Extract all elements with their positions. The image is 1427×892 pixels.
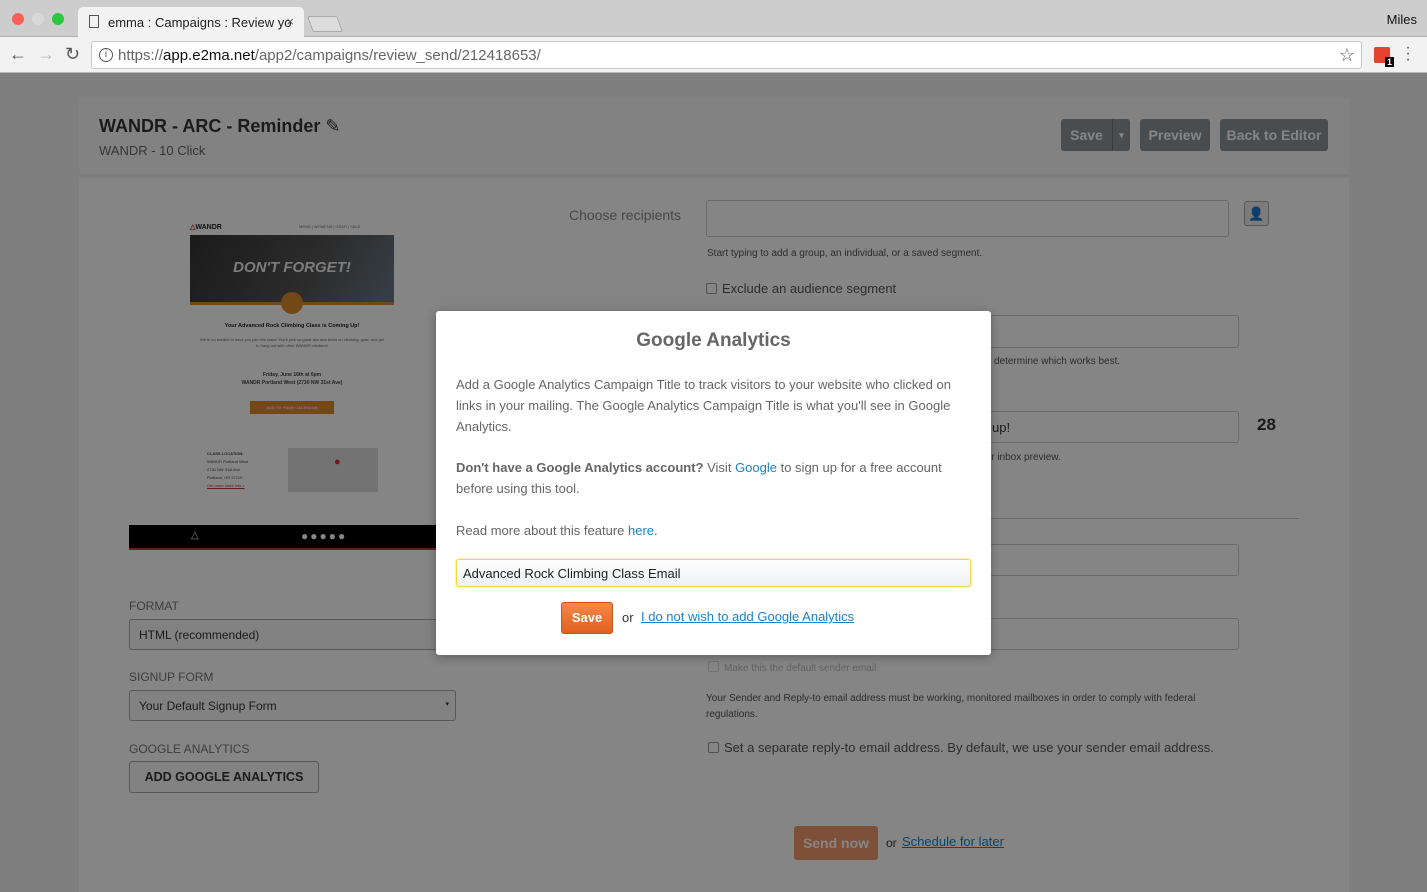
email-hero: DON'T FORGET!: [190, 235, 394, 314]
recipients-input[interactable]: [706, 200, 1229, 237]
default-sender-checkbox[interactable]: Make this the default sender email: [708, 661, 876, 674]
recipients-hint: Start typing to add a group, an individu…: [707, 248, 983, 259]
reload-icon[interactable]: ↻: [65, 44, 80, 65]
map-pin-icon: ●: [334, 456, 341, 468]
ga-campaign-title-input[interactable]: [456, 559, 971, 587]
save-button[interactable]: Save: [1061, 119, 1112, 151]
or-text: or: [886, 836, 897, 850]
climbing-badge-icon: [281, 292, 303, 314]
chevron-down-icon: ▾: [445, 701, 449, 708]
info-icon[interactable]: i: [99, 48, 113, 62]
new-tab-button[interactable]: [307, 16, 343, 32]
email-map: ●: [288, 448, 378, 492]
sender-note: Your Sender and Reply-to email address m…: [706, 693, 1196, 720]
browser-toolbar: ← → ↻ i https://app.e2ma.net/app2/campai…: [0, 37, 1427, 73]
tab-title: emma : Campaigns : Review yo: [108, 15, 292, 30]
preview-button[interactable]: Preview: [1140, 119, 1210, 151]
email-location: CLASS LOCATION: WANDR Portland West 2730 …: [207, 451, 249, 488]
google-analytics-label: GOOGLE ANALYTICS: [129, 742, 250, 756]
close-tab-icon[interactable]: ×: [286, 14, 294, 29]
recipients-label: Choose recipients: [569, 207, 682, 223]
email-footer: △ ●●●●●: [129, 525, 459, 550]
format-select[interactable]: HTML (recommended): [129, 619, 459, 650]
page-icon: [89, 15, 99, 28]
format-label: FORMAT: [129, 599, 179, 613]
send-now-button[interactable]: Send now: [794, 826, 878, 860]
campaign-header: WANDR - ARC - Reminder ✎ WANDR - 10 Clic…: [79, 98, 1349, 176]
email-body: We're so excited to have you join this c…: [200, 337, 384, 348]
url-scheme: https://: [118, 47, 164, 64]
edit-pencil-icon[interactable]: ✎: [325, 116, 340, 136]
browser-menu-icon[interactable]: · · ·: [1404, 40, 1412, 68]
preheader-hint: ir inbox preview.: [989, 452, 1061, 463]
social-icons: ●●●●●: [301, 529, 348, 543]
url-host: app.e2ma.net: [163, 47, 255, 64]
preheader-char-count: 28: [1257, 415, 1276, 434]
modal-read-more: Read more about this feature here.: [456, 523, 658, 538]
browser-tab[interactable]: emma : Campaigns : Review yo ×: [78, 7, 304, 37]
schedule-link[interactable]: Schedule for later: [902, 834, 1004, 849]
bookmark-star-icon[interactable]: ☆: [1339, 45, 1355, 66]
campaign-title: WANDR - ARC - Reminder ✎: [99, 116, 341, 136]
wandr-logo-icon: △: [191, 530, 199, 541]
email-brand: △WANDR: [190, 224, 222, 231]
forward-icon[interactable]: →: [37, 44, 55, 65]
decline-ga-link[interactable]: I do not wish to add Google Analytics: [641, 609, 854, 624]
here-link[interactable]: here: [628, 523, 654, 538]
back-to-editor-button[interactable]: Back to Editor: [1220, 119, 1328, 151]
extension-badge: 1: [1384, 57, 1394, 67]
back-icon[interactable]: ←: [9, 44, 27, 65]
todoist-extension-icon[interactable]: 1: [1374, 47, 1394, 67]
add-google-analytics-button[interactable]: ADD GOOGLE ANALYTICS: [129, 761, 319, 793]
modal-title: Google Analytics: [636, 330, 791, 351]
signup-form-select[interactable]: Your Default Signup Form ▾: [129, 690, 456, 721]
url-path: /app2/campaigns/review_send/212418653/: [254, 47, 541, 64]
email-headline: Your Advanced Rock Climbing Class is Com…: [224, 323, 360, 329]
modal-save-button[interactable]: Save: [561, 602, 613, 634]
add-contact-icon[interactable]: 👤: [1244, 201, 1269, 226]
minimize-window-button[interactable]: [32, 13, 44, 25]
email-place: WANDR Portland West (2730 NW 31st Ave): [241, 380, 343, 386]
modal-no-account: Don't have a Google Analytics account? V…: [456, 460, 942, 496]
save-dropdown-chevron-icon[interactable]: ▾: [1112, 119, 1130, 151]
google-analytics-modal: Google Analytics Add a Google Analytics …: [436, 311, 991, 655]
reply-to-checkbox[interactable]: Set a separate reply-to email address. B…: [708, 740, 1214, 755]
browser-tab-strip: emma : Campaigns : Review yo × Miles: [0, 0, 1427, 37]
email-preview[interactable]: △WANDR MENS | WOMENS | GEAR | SALE DON'T…: [129, 208, 459, 568]
address-bar[interactable]: i https://app.e2ma.net/app2/campaigns/re…: [91, 41, 1362, 69]
email-cta: ADD TO YOUR CALENDAR: [250, 401, 334, 414]
maximize-window-button[interactable]: [52, 13, 64, 25]
subject-hint: determine which works best.: [994, 356, 1121, 367]
exclude-segment-checkbox[interactable]: Exclude an audience segment: [706, 281, 896, 296]
email-date: Friday, June 16th at 6pm: [262, 372, 322, 378]
google-link[interactable]: Google: [735, 460, 777, 475]
email-nav: MENS | WOMENS | GEAR | SALE: [299, 224, 361, 229]
profile-name[interactable]: Miles: [1387, 12, 1417, 27]
modal-or-text: or: [622, 610, 634, 625]
signup-form-label: SIGNUP FORM: [129, 670, 214, 684]
close-window-button[interactable]: [12, 13, 24, 25]
campaign-subtitle: WANDR - 10 Click: [99, 143, 206, 158]
modal-intro: Add a Google Analytics Campaign Title to…: [456, 377, 951, 434]
